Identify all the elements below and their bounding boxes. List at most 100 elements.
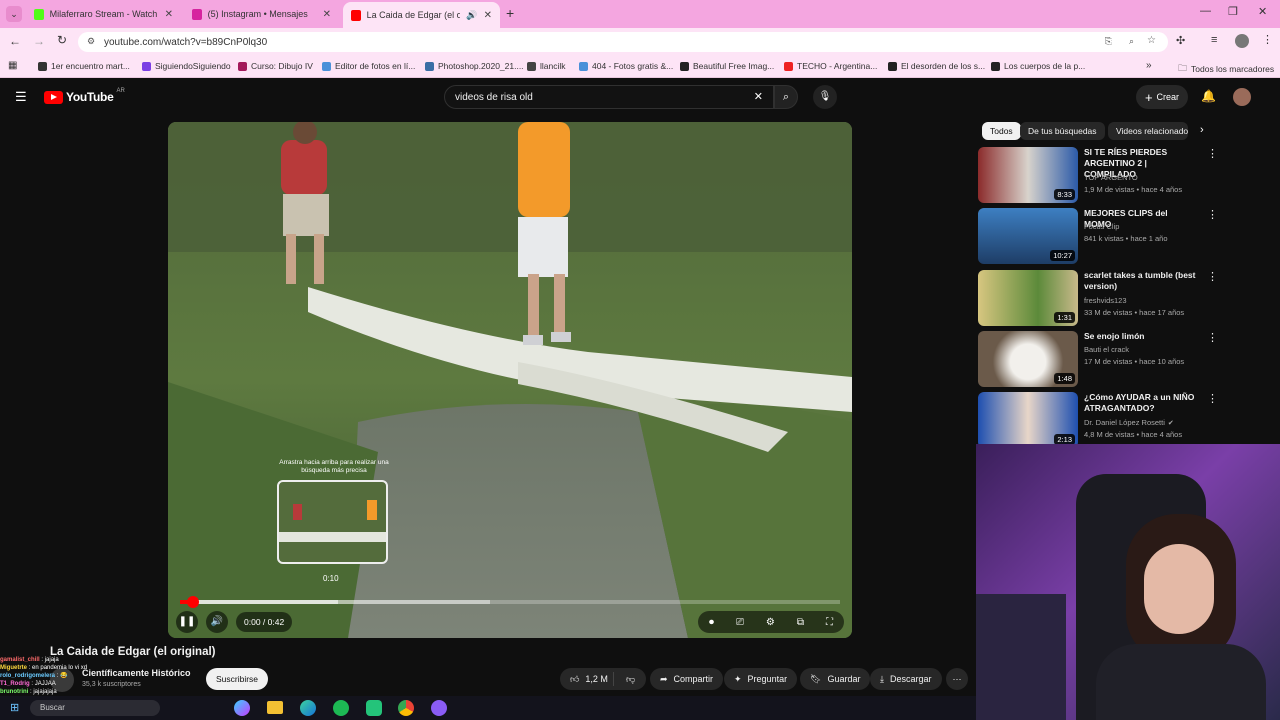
tab-youtube-active[interactable]: La Caida de Edgar (el original) 🔊 ✕	[343, 2, 500, 28]
more-bookmarks-icon[interactable]: »	[1146, 60, 1152, 71]
search-button[interactable]: ⌕	[774, 85, 798, 109]
bookmark-item[interactable]: 404 - Fotos gratis &...	[579, 61, 673, 71]
bookmark-item[interactable]: Los cuerpos de la p...	[991, 61, 1085, 71]
chips-next-icon[interactable]: ›	[1200, 124, 1204, 136]
save-button[interactable]: 🔖︎ Guardar	[800, 668, 871, 690]
reload-icon[interactable]: ↻	[57, 33, 67, 47]
video-thumbnail[interactable]: 2:13	[978, 392, 1078, 448]
subtitles-icon[interactable]: ⎚	[736, 617, 744, 628]
tab-kick-stream[interactable]: Milaferraro Stream - Watch Live ✕	[26, 3, 181, 25]
close-tab-icon[interactable]: ✕	[165, 9, 173, 20]
profile-avatar-icon[interactable]	[1235, 34, 1249, 48]
hamburger-menu-icon[interactable]: ☰	[15, 89, 27, 105]
close-tab-icon[interactable]: ✕	[484, 10, 492, 21]
forward-icon[interactable]: →	[33, 34, 45, 48]
zoom-icon[interactable]: ⌕	[1129, 36, 1134, 47]
spotify-icon[interactable]	[333, 700, 349, 716]
like-button[interactable]: 👍︎ 1,2 M	[560, 672, 614, 686]
clear-search-icon[interactable]: ✕	[754, 90, 763, 103]
video-thumbnail[interactable]: 10:27	[978, 208, 1078, 264]
bookmark-icon: 🔖︎	[810, 673, 822, 684]
video-player[interactable]: Arrastra hacia arriba para realizar una …	[168, 122, 852, 638]
voice-search-button[interactable]: 🎙	[813, 85, 837, 109]
media-control-icon[interactable]: ≡	[1211, 34, 1217, 46]
share-button[interactable]: ➦ Compartir	[650, 668, 724, 690]
ask-button[interactable]: ✦ Preguntar	[724, 668, 798, 690]
more-options-icon[interactable]: ⋮	[1207, 331, 1218, 344]
bookmark-item[interactable]: TECHO - Argentina...	[784, 61, 877, 71]
all-bookmarks-folder[interactable]: 🗀 Todos los marcadores	[1178, 61, 1274, 77]
address-bar[interactable]: ⚙ youtube.com/watch?v=b89CnP0lq30 ⎘ ⌕ ☆	[78, 32, 1168, 52]
chrome-icon[interactable]	[398, 700, 414, 716]
more-options-icon[interactable]: ⋮	[1207, 392, 1218, 405]
youtube-logo[interactable]: YouTube AR	[44, 88, 125, 104]
tab-instagram[interactable]: (5) Instagram • Mensajes ✕	[184, 3, 339, 25]
bookmark-item[interactable]: SiguiendoSiguiendo	[142, 61, 231, 71]
file-explorer-icon[interactable]	[267, 701, 283, 714]
account-avatar[interactable]	[1233, 88, 1251, 106]
install-app-icon[interactable]: ⎘	[1105, 36, 1112, 47]
apps-grid-icon[interactable]: ▦	[8, 60, 17, 71]
minimize-window-button[interactable]: —	[1200, 5, 1211, 17]
bookmark-item[interactable]: El desorden de los s...	[888, 61, 985, 71]
extensions-icon[interactable]: ✣	[1176, 34, 1185, 47]
video-thumbnail[interactable]: 8:33	[978, 147, 1078, 203]
bookmark-star-icon[interactable]: ☆	[1147, 35, 1156, 46]
maximize-window-button[interactable]: ❐	[1228, 5, 1238, 18]
fullscreen-icon[interactable]: ⛶	[826, 617, 833, 628]
dislike-button[interactable]: 👎︎	[620, 674, 635, 685]
notifications-bell-icon[interactable]: 🔔	[1201, 89, 1216, 103]
search-input[interactable]: videos de risa old ✕	[444, 85, 774, 109]
taskbar-search[interactable]: Buscar	[30, 700, 160, 716]
browser-menu-icon[interactable]: ⋮	[1262, 33, 1273, 46]
bookmark-item[interactable]: Editor de fotos en lí...	[322, 61, 415, 71]
recommendation-item[interactable]: 2:13 ¿Cómo AYUDAR a un NIÑO ATRAGANTADO?…	[978, 392, 1218, 448]
bookmark-item[interactable]: Photoshop.2020_21....	[425, 61, 524, 71]
bookmark-label: Photoshop.2020_21....	[438, 61, 524, 71]
discord-icon[interactable]	[431, 700, 447, 716]
bookmark-item[interactable]: Beautiful Free Imag...	[680, 61, 774, 71]
recommendation-item[interactable]: 1:31 scarlet takes a tumble (best versio…	[978, 270, 1218, 326]
close-tab-icon[interactable]: ✕	[323, 9, 331, 20]
volume-button[interactable]: 🔊	[206, 611, 228, 633]
bookmark-label: Curso: Dibujo IV	[251, 61, 313, 71]
close-window-button[interactable]: ✕	[1258, 5, 1267, 18]
bookmark-label: El desorden de los s...	[901, 61, 986, 71]
bookmark-favicon-icon	[38, 61, 47, 71]
download-button[interactable]: ⤓ Descargar	[870, 668, 942, 690]
create-button[interactable]: + Crear	[1136, 85, 1188, 109]
site-info-icon[interactable]: ⚙	[87, 36, 95, 47]
video-thumbnail[interactable]: 1:48	[978, 331, 1078, 387]
miniplayer-icon[interactable]: ⧉	[797, 617, 804, 628]
more-options-icon[interactable]: ⋮	[1207, 270, 1218, 283]
chip-videos-relacionados[interactable]: Videos relacionados	[1108, 122, 1188, 140]
app-icon[interactable]	[366, 700, 382, 716]
more-actions-button[interactable]: ⋯	[946, 668, 968, 690]
player-right-controls: ⏺ ⎚ ⚙ ⧉ ⛶	[698, 611, 844, 633]
progress-bar[interactable]	[180, 596, 840, 608]
audio-playing-icon[interactable]: 🔊	[466, 10, 477, 21]
recommendation-item[interactable]: 10:27 MEJORES CLIPS del MOMO Focus Clip …	[978, 208, 1218, 264]
bookmark-item[interactable]: llancilk	[527, 61, 566, 71]
new-tab-button[interactable]: +	[506, 5, 514, 21]
autoplay-toggle-icon[interactable]: ⏺	[709, 617, 714, 628]
back-icon[interactable]: ←	[9, 34, 21, 48]
subscribe-button[interactable]: Suscribirse	[206, 668, 269, 690]
edge-icon[interactable]	[300, 700, 316, 716]
bookmark-item[interactable]: Curso: Dibujo IV	[238, 61, 313, 71]
chip-todos[interactable]: Todos	[982, 122, 1021, 140]
more-options-icon[interactable]: ⋮	[1207, 208, 1218, 221]
recommendation-item[interactable]: 1:48 Se enojo limón Bauti el crack 17 M …	[978, 331, 1218, 387]
recommendation-item[interactable]: 8:33 SI TE RÍES PIERDES ARGENTINO 2 | CO…	[978, 147, 1218, 203]
start-icon[interactable]: ⊞	[10, 701, 19, 714]
video-thumbnail[interactable]: 1:31	[978, 270, 1078, 326]
bookmark-item[interactable]: 1er encuentro mart...	[38, 61, 130, 71]
chip-de-tus-busquedas[interactable]: De tus búsquedas	[1020, 122, 1105, 140]
copilot-icon[interactable]	[234, 700, 250, 716]
pause-button[interactable]: ❚❚	[176, 611, 198, 633]
tab-list-dropdown[interactable]: ⌄	[6, 6, 22, 22]
bookmark-favicon-icon	[680, 61, 689, 71]
settings-gear-icon[interactable]: ⚙	[766, 617, 775, 628]
more-options-icon[interactable]: ⋮	[1207, 147, 1218, 160]
recommendation-title: ¿Cómo AYUDAR a un NIÑO ATRAGANTADO?	[1084, 392, 1195, 413]
